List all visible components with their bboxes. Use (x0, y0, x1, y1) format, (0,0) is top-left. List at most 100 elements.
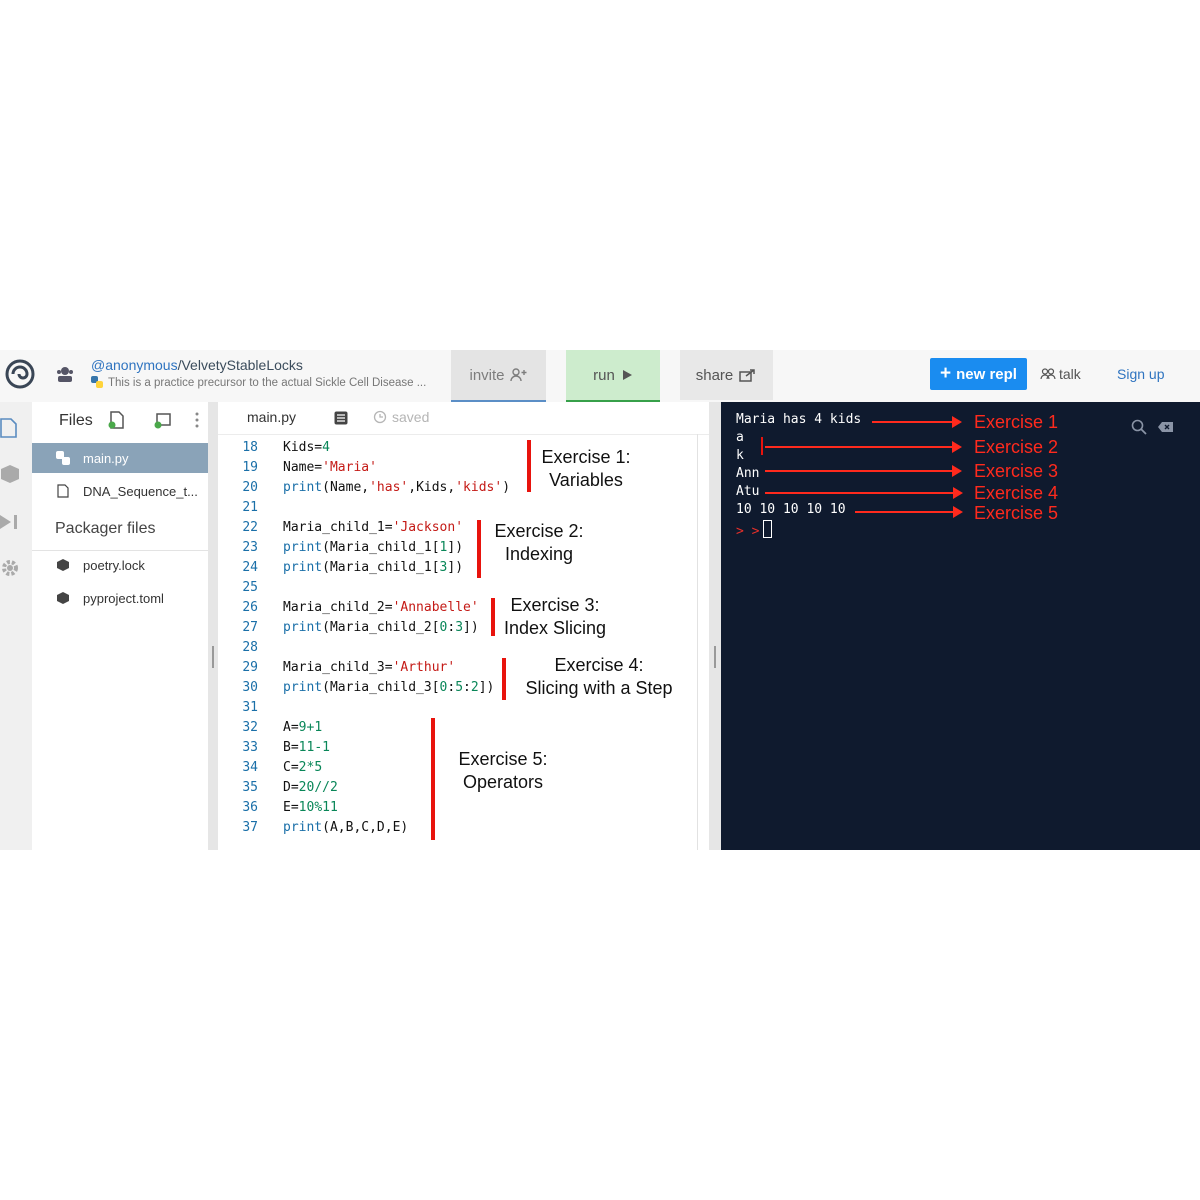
files-icon[interactable] (0, 418, 20, 438)
code-line[interactable]: 32 A=9+1 (218, 718, 709, 738)
annotation-exercise-5: Exercise 5: Operators (453, 748, 553, 794)
line-number: 23 (242, 540, 258, 555)
line-number: 20 (242, 480, 258, 495)
add-file-icon[interactable] (108, 411, 126, 429)
more-options-icon[interactable] (194, 411, 200, 429)
editor-console-resize-handle[interactable] (709, 402, 721, 850)
code-text: Maria_child_3='Arthur' (283, 660, 456, 675)
code-line[interactable]: 25 (218, 578, 709, 598)
code-line[interactable]: 20 print(Name,'has',Kids,'kids') (218, 478, 709, 498)
code-text: D=20//2 (283, 780, 338, 795)
code-line[interactable]: 36 E=10%11 (218, 798, 709, 818)
run-label: run (593, 366, 615, 384)
code-line[interactable]: 27 print(Maria_child_2[0:3]) (218, 618, 709, 638)
code-line[interactable]: 22 Maria_child_1='Jackson' (218, 518, 709, 538)
annotation-bar-1 (527, 440, 531, 492)
talk-link[interactable]: talk (1040, 366, 1081, 382)
annotation-bar-2 (477, 520, 481, 578)
code-line[interactable]: 23 print(Maria_child_1[1]) (218, 538, 709, 558)
file-item-dna-sequence[interactable]: DNA_Sequence_t... (32, 476, 208, 506)
file-item-main-py[interactable]: main.py (32, 443, 208, 473)
annotation-bar-5 (431, 718, 435, 840)
people-icon (1040, 368, 1056, 380)
code-editor[interactable]: main.py saved 18 Kids=4 19 Name='Maria' 20 pr… (218, 402, 709, 850)
line-number: 22 (242, 520, 258, 535)
code-line[interactable]: 21 (218, 498, 709, 518)
sign-up-link[interactable]: Sign up (1117, 366, 1164, 382)
files-header: Files (32, 402, 208, 442)
new-repl-button[interactable]: + new repl (930, 358, 1027, 390)
new-repl-label: new repl (956, 365, 1017, 383)
annotation-subtitle: Slicing with a Step (525, 678, 673, 698)
line-number: 21 (242, 500, 258, 515)
file-item-pyproject-toml[interactable]: pyproject.toml (32, 583, 208, 613)
saved-label: saved (392, 409, 430, 425)
history-icon (373, 410, 387, 424)
code-line[interactable]: 19 Name='Maria' (218, 458, 709, 478)
code-text: Maria_child_2='Annabelle' (283, 600, 479, 615)
console-output-line: k (736, 448, 744, 463)
invite-button[interactable]: invite (451, 350, 546, 403)
code-text: Kids=4 (283, 440, 330, 455)
replit-logo-icon[interactable] (5, 359, 35, 389)
repl-description: This is a practice precursor to the actu… (91, 376, 426, 389)
text-cursor (763, 520, 773, 538)
files-editor-resize-handle[interactable] (208, 402, 218, 850)
add-folder-icon[interactable] (154, 411, 172, 429)
packager-files-title: Packager files (55, 520, 156, 537)
code-line[interactable]: 37 print(A,B,C,D,E) (218, 818, 709, 838)
code-line[interactable]: 18 Kids=4 (218, 438, 709, 458)
line-number: 34 (242, 760, 258, 775)
code-line[interactable]: 24 print(Maria_child_1[3]) (218, 558, 709, 578)
line-number: 37 (242, 820, 258, 835)
search-icon[interactable] (1131, 419, 1147, 435)
run-button[interactable]: run (566, 350, 660, 403)
annotation-subtitle: Index Slicing (503, 618, 607, 638)
code-text: print(A,B,C,D,E) (283, 820, 409, 835)
label-exercise-4: Exercise 4 (974, 483, 1059, 503)
clear-console-icon[interactable] (1158, 419, 1174, 435)
code-line[interactable]: 31 (218, 698, 709, 718)
console-output-line: 10 10 10 10 10 (736, 502, 846, 517)
editor-scroll-edge (697, 434, 698, 850)
owner-link[interactable]: @anonymous (91, 357, 178, 373)
format-code-icon[interactable] (334, 411, 348, 425)
files-title: Files (59, 412, 93, 429)
packages-icon[interactable] (0, 464, 20, 484)
console-prompt[interactable]: > > (736, 520, 773, 541)
code-text: print(Maria_child_1[3]) (283, 560, 464, 575)
settings-gear-icon[interactable] (0, 558, 20, 578)
editor-tab-bar: main.py saved (218, 402, 709, 435)
annotation-title: Exercise 4: (554, 655, 644, 675)
saved-status: saved (373, 409, 429, 425)
share-icon (739, 369, 756, 382)
file-item-poetry-lock[interactable]: poetry.lock (32, 550, 208, 580)
file-name: main.py (83, 450, 129, 466)
debugger-icon[interactable] (0, 512, 20, 532)
invite-label: invite (469, 366, 505, 384)
arrow-to-exercise-5 (855, 506, 963, 518)
code-line[interactable]: 26 Maria_child_2='Annabelle' (218, 598, 709, 618)
python-icon (91, 376, 103, 388)
share-button[interactable]: share (680, 350, 773, 400)
plus-icon: + (940, 363, 952, 384)
annotation-title: Exercise 2: (494, 521, 584, 541)
arrow-to-exercise-3 (765, 465, 962, 477)
file-icon (57, 484, 69, 498)
code-text: print(Maria_child_3[0:5:2]) (283, 680, 495, 695)
console-panel[interactable]: Maria has 4 kids a k Ann Atu 10 10 10 10… (721, 402, 1200, 850)
annotation-exercise-4: Exercise 4: Slicing with a Step (521, 654, 677, 700)
annotation-bar-4 (502, 658, 506, 700)
annotation-exercise-3: Exercise 3: Index Slicing (500, 594, 610, 640)
line-number: 32 (242, 720, 258, 735)
code-text: C=2*5 (283, 760, 323, 775)
add-user-icon (509, 368, 527, 382)
code-text: print(Maria_child_1[1]) (283, 540, 464, 555)
tab-main-py[interactable]: main.py (247, 409, 296, 425)
package-icon (57, 592, 69, 604)
python-file-icon (56, 451, 70, 465)
repl-title[interactable]: @anonymous/VelvetyStableLocks (91, 357, 303, 373)
top-header: @anonymous/VelvetyStableLocks This is a … (0, 350, 1200, 403)
annotation-title: Exercise 5: (458, 749, 548, 769)
label-exercise-2: Exercise 2 (974, 437, 1059, 457)
